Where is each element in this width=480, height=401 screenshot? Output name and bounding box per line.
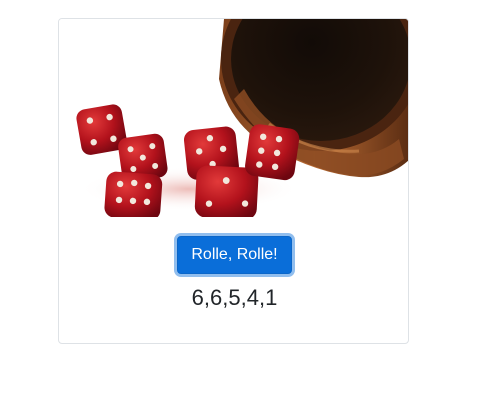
roll-button[interactable]: Rolle, Rolle! bbox=[177, 236, 292, 274]
dice-card: Rolle, Rolle! 6,6,5,4,1 bbox=[58, 18, 409, 344]
dice-image bbox=[59, 19, 408, 217]
roll-result: 6,6,5,4,1 bbox=[191, 285, 278, 310]
